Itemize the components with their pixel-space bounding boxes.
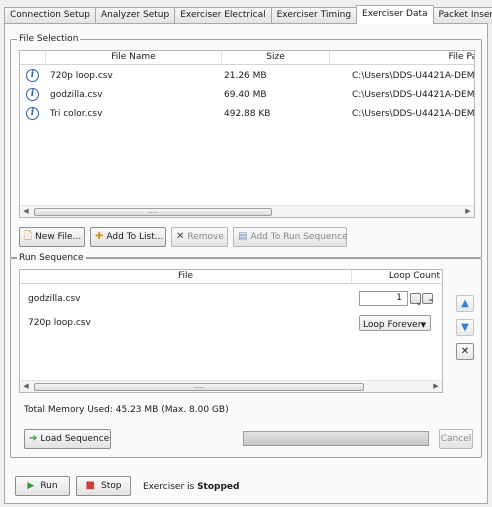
- add-to-run-sequence-label: Add To Run Sequence: [250, 232, 348, 242]
- scroll-thumb[interactable]: ‥‥: [34, 208, 272, 216]
- add-to-run-sequence-button[interactable]: ▤ Add To Run Sequence: [233, 227, 348, 247]
- file-list-header: File Name Size File Pa: [20, 51, 474, 65]
- column-header-file[interactable]: File: [20, 270, 352, 284]
- scroll-left-arrow-icon[interactable]: ◀: [20, 381, 32, 392]
- status-value: Stopped: [197, 482, 240, 492]
- column-header-size[interactable]: Size: [222, 51, 330, 65]
- loop-mode-dropdown[interactable]: Loop Forever ▼: [359, 315, 431, 331]
- file-row[interactable]: i Tri color.csv 492.88 KB C:\Users\DDS-U…: [20, 105, 474, 123]
- dropdown-arrow-icon: ▼: [420, 321, 426, 329]
- tab-panel: File Selection File Name Size File Pa i …: [4, 23, 488, 504]
- tab-connection-setup[interactable]: Connection Setup: [4, 7, 96, 24]
- run-sequence-list[interactable]: File Loop Count godzilla.csv 1 ⌄ ⌃ 720p …: [19, 269, 443, 393]
- add-to-list-button[interactable]: ✚ Add To List...: [90, 227, 166, 247]
- file-name: godzilla.csv: [50, 90, 103, 100]
- tab-exerciser-timing[interactable]: Exerciser Timing: [270, 7, 358, 24]
- file-selection-legend: File Selection: [17, 33, 81, 45]
- file-size: 69.40 MB: [224, 90, 267, 100]
- file-path: C:\Users\DDS-U4421A-DEMO: [352, 109, 475, 119]
- icon-column-header: [20, 51, 46, 65]
- run-sequence-header: File Loop Count: [20, 270, 442, 284]
- load-sequence-label: Load Sequence: [40, 434, 110, 444]
- cancel-label: Cancel: [440, 434, 472, 444]
- run-sequence-hscrollbar[interactable]: ◀ ‥‥ ▶: [20, 380, 442, 392]
- column-header-file-name[interactable]: File Name: [46, 51, 222, 65]
- loop-count-increment-button[interactable]: ⌃: [422, 293, 434, 307]
- remove-button[interactable]: ✕ Remove: [171, 227, 228, 247]
- scroll-thumb[interactable]: ‥‥: [34, 383, 364, 391]
- file-path: C:\Users\DDS-U4421A-DEMO: [352, 71, 475, 81]
- arrow-down-icon: ▼: [461, 322, 469, 333]
- file-name: Tri color.csv: [50, 109, 103, 119]
- sequence-row[interactable]: godzilla.csv 1 ⌄ ⌃: [20, 288, 442, 310]
- load-sequence-button[interactable]: ➔ Load Sequence: [24, 429, 111, 449]
- info-icon: i: [26, 88, 39, 101]
- tab-packet-insertion[interactable]: Packet Insertion: [432, 7, 492, 24]
- file-selection-group: File Selection File Name Size File Pa i …: [10, 33, 482, 258]
- status-prefix: Exerciser is: [143, 482, 195, 492]
- file-size: 492.88 KB: [224, 109, 271, 119]
- loop-count-decrement-button[interactable]: ⌄: [410, 293, 422, 307]
- total-memory-text: Total Memory Used: 45.23 MB (Max. 8.00 G…: [24, 405, 229, 415]
- close-icon: ✕: [460, 346, 470, 357]
- run-sequence-doc-icon: ▤: [238, 231, 248, 242]
- file-size: 21.26 MB: [224, 71, 267, 81]
- load-arrow-icon: ➔: [29, 433, 38, 444]
- add-to-list-label: Add To List...: [106, 232, 164, 242]
- add-icon: ✚: [95, 231, 104, 242]
- file-name: 720p loop.csv: [50, 71, 113, 81]
- file-path: C:\Users\DDS-U4421A-DEMO: [352, 90, 475, 100]
- tab-exerciser-data[interactable]: Exerciser Data: [356, 5, 434, 24]
- load-progress-bar: [243, 431, 429, 446]
- file-row[interactable]: i godzilla.csv 69.40 MB C:\Users\DDS-U44…: [20, 86, 474, 104]
- sequence-file-name: godzilla.csv: [28, 294, 81, 304]
- run-label: Run: [40, 481, 58, 491]
- new-file-label: New File...: [35, 232, 82, 242]
- tab-exerciser-electrical[interactable]: Exerciser Electrical: [174, 7, 272, 24]
- remove-x-icon: ✕: [176, 231, 185, 242]
- stop-square-icon: ■: [85, 480, 95, 491]
- scroll-right-arrow-icon[interactable]: ▶: [462, 206, 474, 217]
- cancel-button[interactable]: Cancel: [439, 429, 473, 449]
- file-list-hscrollbar[interactable]: ◀ ‥‥ ▶: [20, 205, 474, 217]
- info-icon: i: [26, 69, 39, 82]
- stop-label: Stop: [100, 481, 122, 491]
- file-list[interactable]: File Name Size File Pa i 720p loop.csv 2…: [19, 50, 475, 218]
- loop-count-input[interactable]: 1: [359, 291, 408, 306]
- scroll-right-arrow-icon[interactable]: ▶: [430, 381, 442, 392]
- column-header-file-path[interactable]: File Pa: [330, 51, 474, 65]
- move-down-button[interactable]: ▼: [456, 319, 474, 336]
- chevron-up-icon: ⌃: [427, 298, 435, 307]
- run-sequence-legend: Run Sequence: [17, 252, 86, 264]
- tab-analyzer-setup[interactable]: Analyzer Setup: [94, 7, 176, 24]
- arrow-up-icon: ▲: [461, 298, 469, 309]
- stop-button[interactable]: ■ Stop: [76, 476, 131, 496]
- new-file-button[interactable]: 🗋 New File...: [19, 227, 85, 247]
- remove-label: Remove: [187, 232, 224, 242]
- sequence-row[interactable]: 720p loop.csv Loop Forever ▼: [20, 312, 442, 336]
- remove-from-sequence-button[interactable]: ✕: [456, 343, 474, 360]
- loop-mode-value: Loop Forever: [363, 320, 422, 330]
- run-button[interactable]: ▶ Run: [15, 476, 70, 496]
- scroll-left-arrow-icon[interactable]: ◀: [20, 206, 32, 217]
- column-header-loop-count[interactable]: Loop Count: [352, 270, 442, 284]
- new-file-icon: 🗋: [24, 231, 33, 242]
- run-sequence-group: Run Sequence File Loop Count godzilla.cs…: [10, 252, 482, 458]
- tab-strip: Connection Setup Analyzer Setup Exercise…: [4, 5, 492, 24]
- move-up-button[interactable]: ▲: [456, 295, 474, 312]
- play-icon: ▶: [27, 481, 35, 491]
- sequence-file-name: 720p loop.csv: [28, 318, 91, 328]
- file-row[interactable]: i 720p loop.csv 21.26 MB C:\Users\DDS-U4…: [20, 67, 474, 85]
- info-icon: i: [26, 107, 39, 120]
- exerciser-status: Exerciser is Stopped: [143, 482, 239, 492]
